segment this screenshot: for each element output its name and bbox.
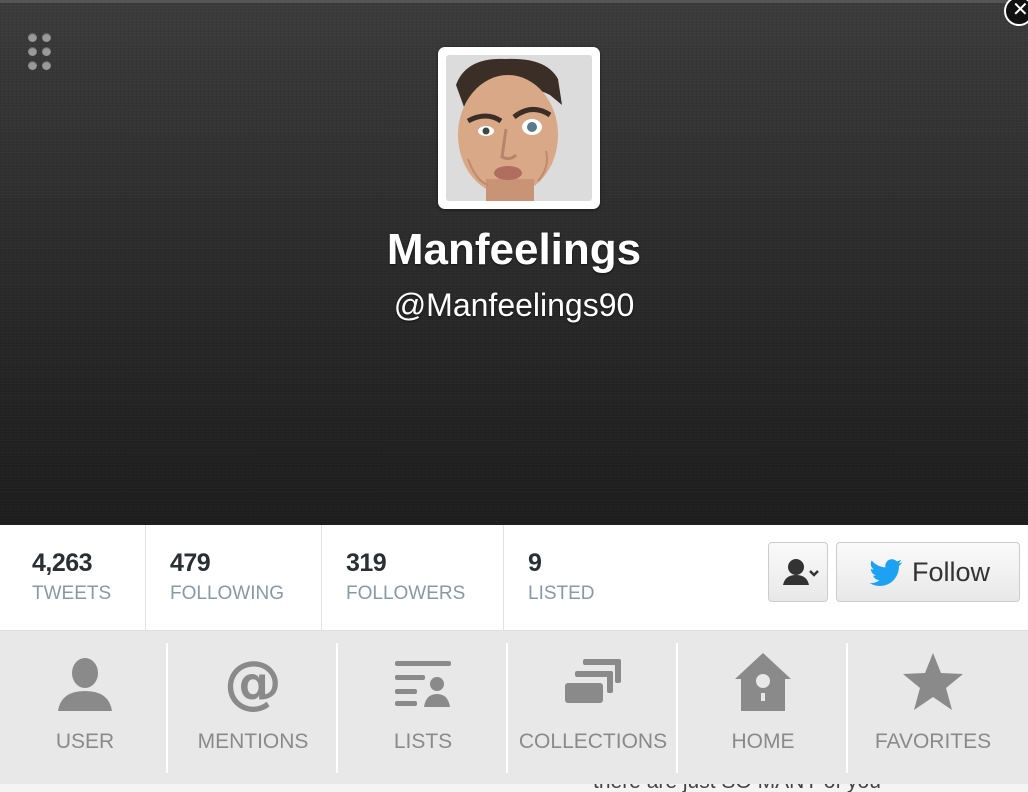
nav-mentions[interactable]: @ MENTIONS [168, 631, 338, 784]
stat-value: 9 [528, 549, 542, 577]
stat-value: 319 [346, 549, 387, 577]
nav-favorites[interactable]: FAVORITES [848, 631, 1018, 784]
nav-user[interactable]: USER [0, 631, 170, 784]
stat-label: TWEETS [32, 583, 112, 604]
nav-lists[interactable]: LISTS [338, 631, 508, 784]
svg-text:@: @ [224, 651, 282, 715]
stat-followers[interactable]: 319 FOLLOWERS [322, 525, 504, 631]
stat-label: FOLLOWING [170, 583, 285, 604]
background-tweet-text: there are just SO MANY of you [593, 784, 881, 792]
collections-icon [565, 659, 621, 703]
stat-following[interactable]: 479 FOLLOWING [146, 525, 322, 631]
nav-label: MENTIONS [197, 730, 309, 753]
stat-listed[interactable]: 9 LISTED [504, 525, 664, 631]
profile-header: Manfeelings @Manfeelings90 [0, 0, 1028, 525]
stat-value: 4,263 [32, 549, 93, 577]
nav-label: USER [55, 730, 115, 753]
nav-label: HOME [731, 730, 795, 753]
stat-tweets[interactable]: 4,263 TWEETS [0, 525, 146, 631]
stat-label: FOLLOWERS [346, 583, 466, 604]
list-icon [395, 661, 451, 707]
nav-label: COLLECTIONS [518, 730, 668, 753]
profile-handle: @Manfeelings90 [393, 287, 635, 323]
stats-bar: 4,263 TWEETS 479 FOLLOWING 319 FOLLOWERS… [0, 525, 1028, 631]
birdhouse-icon [735, 653, 791, 711]
drag-handle-icon[interactable] [28, 33, 54, 73]
user-icon [58, 658, 112, 711]
nav-label: FAVORITES [874, 730, 992, 753]
at-icon: @ [224, 651, 282, 715]
follow-button[interactable]: Follow [836, 542, 1020, 602]
star-icon [903, 653, 963, 710]
avatar-photo [446, 55, 592, 201]
follow-label: Follow [912, 557, 991, 587]
profile-name: Manfeelings [386, 225, 642, 274]
nav-home[interactable]: HOME [678, 631, 848, 784]
stat-value: 479 [170, 549, 211, 577]
nav-collections[interactable]: COLLECTIONS [508, 631, 678, 784]
person-dropdown-icon [783, 559, 819, 585]
twitter-bird-icon [869, 559, 903, 586]
avatar[interactable] [438, 47, 600, 209]
background-timeline: there are just SO MANY of you [0, 784, 1028, 792]
bottom-nav: USER @ MENTIONS LISTS COLLECTIONS HOME F… [0, 631, 1028, 784]
stat-label: LISTED [528, 583, 595, 604]
user-actions-button[interactable] [768, 542, 828, 602]
nav-label: LISTS [393, 730, 453, 753]
